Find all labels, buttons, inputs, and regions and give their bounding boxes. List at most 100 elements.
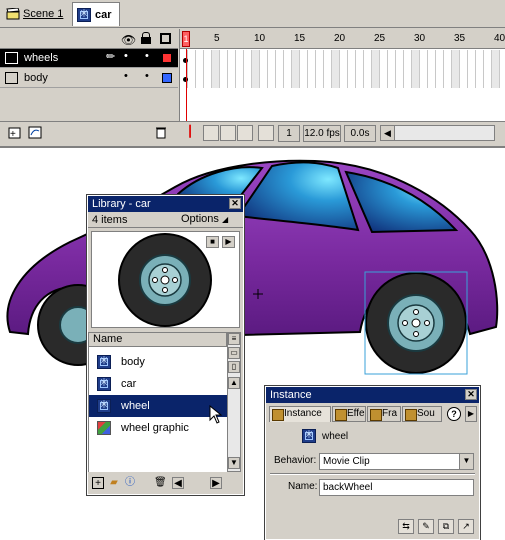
frame-cell[interactable] <box>436 50 444 88</box>
frame-cell[interactable] <box>492 50 500 88</box>
edit-symbol-icon[interactable]: ↗ <box>458 519 474 534</box>
frame-cell[interactable] <box>348 50 356 88</box>
new-symbol-icon[interactable]: + <box>92 477 104 489</box>
frame-cell[interactable] <box>212 50 220 88</box>
eye-icon[interactable]: 👁 <box>121 33 136 47</box>
outline-icon[interactable] <box>160 33 171 44</box>
lock-dot[interactable]: • <box>145 70 149 82</box>
properties-icon[interactable]: ⓘ <box>124 477 136 489</box>
chevron-down-icon[interactable]: ▼ <box>459 454 473 469</box>
sort-order-icon[interactable]: ≡ <box>228 333 240 345</box>
frame-cell[interactable] <box>244 50 252 88</box>
insert-layer-button[interactable]: + <box>8 125 24 141</box>
add-guide-layer-button[interactable] <box>28 125 44 141</box>
library-panel[interactable]: Library - car ✕ 4 items Options ◢ ■ ▶ Na… <box>86 194 245 496</box>
frame-cell[interactable] <box>468 50 476 88</box>
duplicate-symbol-icon[interactable]: ⧉ <box>438 519 454 534</box>
help-icon[interactable]: ? <box>447 407 461 421</box>
library-item-wheel-graphic[interactable]: wheel graphic <box>89 417 228 439</box>
frame-cell[interactable] <box>308 50 316 88</box>
tab-sound[interactable]: Sou <box>402 406 442 422</box>
frame-cell[interactable] <box>388 50 396 88</box>
library-column-header[interactable]: Name <box>88 332 227 347</box>
frame-grid[interactable]: 1 5 10 15 20 25 30 35 40 <box>179 29 505 121</box>
new-folder-icon[interactable]: ▰ <box>108 477 120 489</box>
fps-field[interactable]: 12.0 fps <box>303 125 341 142</box>
library-options-menu[interactable]: Options ◢ <box>177 213 232 227</box>
frame-cell[interactable] <box>404 50 412 88</box>
frame-cell[interactable] <box>220 50 228 88</box>
close-icon[interactable]: ✕ <box>229 198 241 209</box>
scroll-left-arrow-icon[interactable]: ◀ <box>381 126 395 140</box>
visibility-dot[interactable]: • <box>124 70 128 82</box>
frame-cell[interactable] <box>428 50 436 88</box>
frame-cell[interactable] <box>196 50 204 88</box>
layer-row-body[interactable]: body • • <box>0 69 178 88</box>
wide-view-icon[interactable]: ▭ <box>228 347 240 359</box>
scroll-up-arrow-icon[interactable]: ▲ <box>228 377 240 389</box>
frame-cell[interactable] <box>260 50 268 88</box>
frame-cell[interactable] <box>364 50 372 88</box>
swap-symbol-icon[interactable]: ⇆ <box>398 519 414 534</box>
behavior-select[interactable]: Movie Clip ▼ <box>319 453 474 470</box>
frame-cell[interactable] <box>444 50 452 88</box>
instance-name-input[interactable]: backWheel <box>319 479 474 496</box>
narrow-view-icon[interactable]: ▯ <box>228 361 240 373</box>
playhead[interactable]: 1 <box>182 31 190 47</box>
frame-cell[interactable] <box>412 50 420 88</box>
layer-color-swatch[interactable] <box>162 53 172 63</box>
lock-dot[interactable]: • <box>145 50 149 62</box>
scene-tab[interactable]: Scene 1 <box>2 4 67 24</box>
stop-preview-button[interactable]: ■ <box>206 236 219 248</box>
frame-cell[interactable] <box>252 50 260 88</box>
center-frame-button[interactable] <box>203 125 219 141</box>
library-item-car[interactable]: car <box>89 373 228 395</box>
play-preview-button[interactable]: ▶ <box>222 236 235 248</box>
frame-cell[interactable] <box>284 50 292 88</box>
edit-actions-icon[interactable]: ✎ <box>418 519 434 534</box>
tab-effect[interactable]: Effe <box>332 406 366 422</box>
frame-cell[interactable] <box>396 50 404 88</box>
layer-row-wheels[interactable]: wheels ✏ • • <box>0 49 178 68</box>
onion-skin-button[interactable] <box>220 125 236 141</box>
timeline-hscrollbar[interactable]: ◀ <box>380 125 495 141</box>
frame-cell[interactable] <box>188 50 196 88</box>
close-icon[interactable]: ✕ <box>465 389 477 400</box>
frame-cell[interactable] <box>324 50 332 88</box>
frame-cell[interactable] <box>300 50 308 88</box>
library-item-body[interactable]: body <box>89 351 228 373</box>
frame-cell[interactable] <box>316 50 324 88</box>
library-vscrollbar[interactable]: ≡ ▭ ▯ ▲ ▼ <box>227 332 241 472</box>
delete-layer-button[interactable] <box>154 125 170 141</box>
onion-outlines-button[interactable] <box>237 125 253 141</box>
edit-multiple-frames-button[interactable] <box>258 125 274 141</box>
scroll-right-arrow-icon[interactable]: ▶ <box>210 477 222 489</box>
frame-cell[interactable] <box>484 50 492 88</box>
frame-cell[interactable] <box>356 50 364 88</box>
library-list[interactable]: body car wheel wheel graphic <box>88 347 228 472</box>
frame-cell[interactable] <box>420 50 428 88</box>
symbol-tab[interactable]: car <box>72 2 120 26</box>
frame-cell[interactable] <box>228 50 236 88</box>
frame-cell[interactable] <box>460 50 468 88</box>
frame-cell[interactable] <box>236 50 244 88</box>
library-title-bar[interactable]: Library - car ✕ <box>88 196 243 212</box>
scroll-down-arrow-icon[interactable]: ▼ <box>228 457 240 469</box>
layer-color-swatch[interactable] <box>162 73 172 83</box>
library-item-wheel[interactable]: wheel <box>89 395 228 424</box>
frame-cell[interactable] <box>292 50 300 88</box>
visibility-dot[interactable]: • <box>124 50 128 62</box>
frame-cell[interactable] <box>204 50 212 88</box>
frame-cell[interactable] <box>372 50 380 88</box>
frame-cell[interactable] <box>476 50 484 88</box>
tab-scroll-right-icon[interactable]: ▶ <box>465 406 477 422</box>
frame-ruler[interactable]: 1 5 10 15 20 25 30 35 40 <box>180 29 505 49</box>
front-wheel[interactable] <box>364 271 468 375</box>
lock-icon[interactable] <box>141 32 151 44</box>
instance-panel[interactable]: Instance ✕ Instance Effe Fra Sou ? ▶ whe… <box>264 385 481 540</box>
frame-cell[interactable] <box>340 50 348 88</box>
tab-instance[interactable]: Instance <box>269 406 331 422</box>
tab-frame[interactable]: Fra <box>367 406 401 422</box>
frame-cell[interactable] <box>268 50 276 88</box>
frame-cell[interactable] <box>276 50 284 88</box>
